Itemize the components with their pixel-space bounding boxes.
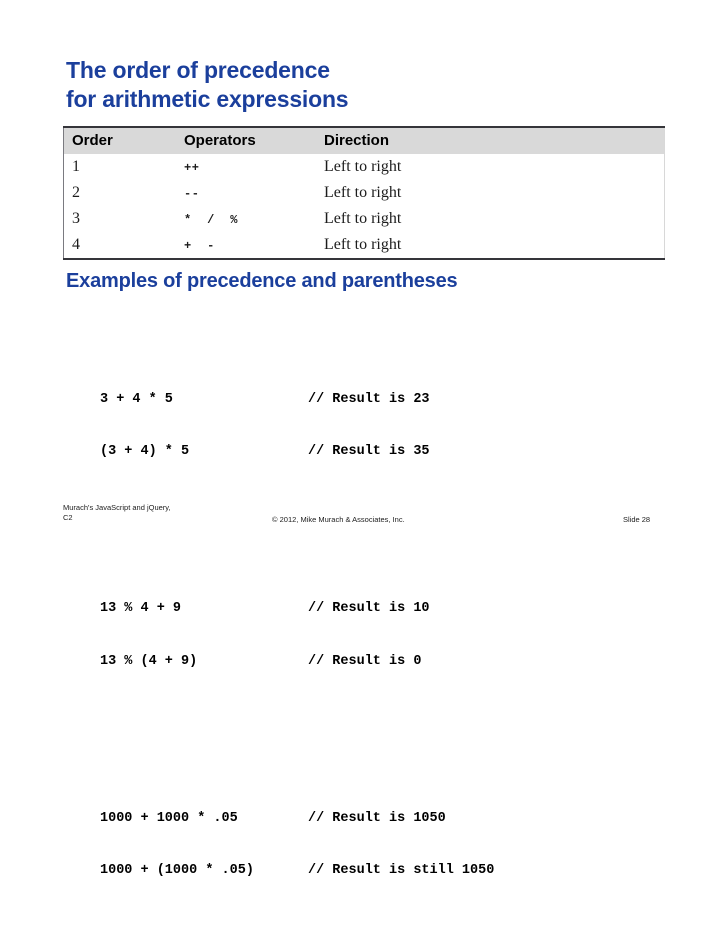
- cell-direction: Left to right: [324, 236, 402, 253]
- code-comment: // Result is 35: [308, 444, 430, 459]
- page-title: The order of precedence for arithmetic e…: [66, 56, 666, 114]
- code-line: 13 % 4 + 9 // Result is 10: [100, 600, 494, 618]
- page-title-line-2: for arithmetic expressions: [66, 86, 349, 112]
- code-expression: 3 + 4 * 5: [100, 391, 173, 407]
- cell-direction: Left to right: [324, 210, 402, 227]
- code-expression: 1000 + (1000 * .05): [100, 863, 254, 878]
- code-comment: // Result is 1050: [308, 810, 446, 826]
- cell-operators: --: [184, 187, 200, 201]
- table-row: 3 * / % Left to right: [64, 206, 664, 232]
- code-line: 1000 + (1000 * .05) // Result is still 1…: [100, 862, 494, 880]
- code-expression: 13 % 4 + 9: [100, 601, 182, 616]
- slide-footer: Murach's JavaScript and jQuery, C2 © 201…: [0, 503, 720, 533]
- code-line: 1000 + 1000 * .05 // Result is 1050: [100, 810, 494, 828]
- cell-order: 3: [72, 210, 80, 227]
- footer-slide-number: Slide 28: [623, 515, 651, 524]
- page-title-line-1: The order of precedence: [66, 57, 330, 83]
- cell-order: 4: [72, 236, 80, 253]
- code-group: 1000 + 1000 * .05 // Result is 1050 1000…: [100, 775, 494, 915]
- code-group: 13 % 4 + 9 // Result is 10 13 % (4 + 9) …: [100, 565, 494, 705]
- code-expression: (3 + 4) * 5: [100, 444, 190, 459]
- code-line: 3 + 4 * 5 // Result is 23: [100, 391, 494, 409]
- table-row: 2 -- Left to right: [64, 180, 664, 206]
- cell-operators: + -: [184, 239, 215, 253]
- footer-book-reference: Murach's JavaScript and jQuery, C2: [63, 503, 171, 523]
- footer-book-title: Murach's JavaScript and jQuery,: [63, 503, 171, 512]
- code-line: (3 + 4) * 5 // Result is 35: [100, 443, 494, 461]
- precedence-table: Order Operators Direction 1 ++ Left to r…: [63, 126, 665, 260]
- column-header-order: Order: [72, 132, 113, 149]
- code-expression: 1000 + 1000 * .05: [100, 810, 238, 826]
- code-expression: 13 % (4 + 9): [100, 653, 198, 669]
- footer-chapter: C2: [63, 513, 73, 522]
- cell-direction: Left to right: [324, 184, 402, 201]
- cell-direction: Left to right: [324, 158, 402, 175]
- examples-heading: Examples of precedence and parentheses: [66, 270, 458, 292]
- cell-operators: * / %: [184, 213, 238, 227]
- code-examples-block: 3 + 4 * 5 // Result is 23 (3 + 4) * 5 //…: [100, 303, 494, 950]
- table-row: 1 ++ Left to right: [64, 154, 664, 180]
- cell-operators: ++: [184, 161, 200, 175]
- code-line: 13 % (4 + 9) // Result is 0: [100, 653, 494, 671]
- code-comment: // Result is 10: [308, 601, 430, 616]
- column-header-direction: Direction: [324, 132, 390, 149]
- code-comment: // Result is still 1050: [308, 863, 495, 878]
- cell-order: 1: [72, 158, 80, 175]
- cell-order: 2: [72, 184, 80, 201]
- footer-copyright: © 2012, Mike Murach & Associates, Inc.: [272, 515, 405, 524]
- table-header-row: Order Operators Direction: [64, 128, 664, 154]
- table-row: 4 + - Left to right: [64, 232, 664, 258]
- code-comment: // Result is 0: [308, 653, 422, 669]
- code-comment: // Result is 23: [308, 391, 430, 407]
- code-group: 3 + 4 * 5 // Result is 23 (3 + 4) * 5 //…: [100, 356, 494, 496]
- column-header-operators: Operators: [184, 132, 256, 149]
